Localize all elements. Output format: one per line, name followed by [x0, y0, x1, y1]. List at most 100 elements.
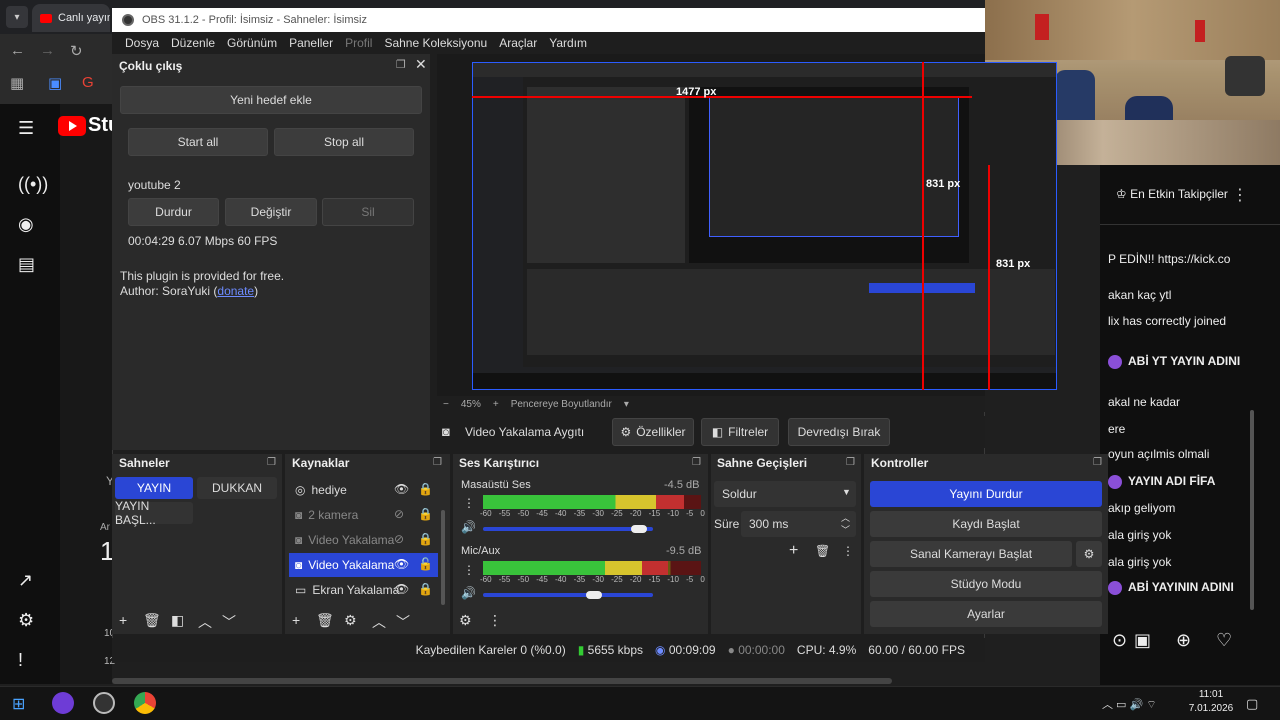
- chat-action-icon[interactable]: ⊙: [1112, 630, 1127, 651]
- transition-select[interactable]: Soldur ▼: [714, 481, 856, 507]
- virtual-camera-button[interactable]: Sanal Kamerayı Başlat: [870, 541, 1072, 567]
- sources-scrollbar[interactable]: [441, 510, 445, 605]
- forward-icon[interactable]: →: [40, 42, 55, 59]
- desktop-volume-slider[interactable]: [483, 527, 653, 531]
- lock-icon[interactable]: 🔒: [418, 507, 433, 521]
- duration-stepper[interactable]: 300 ms ︿ ﹀: [741, 511, 856, 537]
- start-recording-button[interactable]: Kaydı Başlat: [870, 511, 1102, 537]
- youtube-studio-logo[interactable]: Stu: [58, 114, 120, 137]
- float-icon[interactable]: ❐: [267, 457, 276, 468]
- gear-icon[interactable]: ⚙: [344, 612, 357, 629]
- source-2-kamera[interactable]: ◙ 2 kamera: [289, 503, 438, 527]
- source-video-2[interactable]: ◙ Video Yakalama: [289, 553, 438, 577]
- eye-icon[interactable]: 👁: [394, 482, 409, 496]
- zoom-in-button[interactable]: +: [493, 399, 499, 410]
- float-icon[interactable]: ❐: [396, 58, 406, 71]
- eye-hidden-icon[interactable]: ⊘: [394, 532, 404, 546]
- speaker-icon[interactable]: 🔊: [461, 520, 476, 534]
- heart-icon[interactable]: ♡: [1216, 630, 1232, 651]
- mic-volume-slider[interactable]: [483, 593, 653, 597]
- edit-target-button[interactable]: Değiştir: [225, 198, 317, 226]
- float-icon[interactable]: ❐: [846, 457, 855, 468]
- camera-icon[interactable]: ◉: [18, 214, 34, 235]
- add-icon[interactable]: +: [119, 612, 127, 628]
- calendar-icon[interactable]: ▤: [18, 254, 35, 275]
- chevron-up-icon[interactable]: ︿: [198, 612, 212, 632]
- add-target-button[interactable]: Yeni hedef ekle: [120, 86, 422, 114]
- external-link-icon[interactable]: ↗: [18, 570, 33, 591]
- lock-icon[interactable]: 🔒: [418, 482, 433, 496]
- chevron-down-icon[interactable]: ▾: [624, 399, 629, 410]
- deactivate-button[interactable]: Devredışı Bırak: [788, 418, 890, 446]
- stop-target-button[interactable]: Durdur: [128, 198, 219, 226]
- menu-düzenle[interactable]: Düzenle: [165, 36, 221, 50]
- trash-icon[interactable]: 🗑: [815, 544, 830, 558]
- more-icon[interactable]: ⋮: [842, 544, 854, 558]
- menu-görünüm[interactable]: Görünüm: [221, 36, 283, 50]
- horizontal-scrollbar[interactable]: [112, 678, 892, 684]
- menu-icon[interactable]: ☰: [18, 118, 34, 139]
- filter-icon[interactable]: ◧: [171, 612, 184, 629]
- close-icon[interactable]: ✕: [415, 56, 427, 73]
- resize-mode[interactable]: Pencereye Boyutlandır: [511, 399, 612, 410]
- gear-icon[interactable]: ⚙: [459, 612, 472, 629]
- obs-taskbar-icon[interactable]: [93, 692, 115, 714]
- apps-icon[interactable]: ▦: [10, 74, 24, 92]
- trash-icon[interactable]: 🗑: [316, 612, 334, 629]
- more-icon[interactable]: ⋮: [463, 563, 475, 577]
- eye-icon[interactable]: 👁: [394, 557, 409, 571]
- chevron-down-icon[interactable]: ﹀: [841, 523, 850, 536]
- add-icon[interactable]: ⊕: [1176, 630, 1191, 651]
- chevron-up-icon[interactable]: ︿: [372, 612, 386, 632]
- chat-scrollbar[interactable]: [1250, 410, 1254, 610]
- app-icon[interactable]: [52, 692, 74, 714]
- top-fans-label[interactable]: ♔ En Etkin Takipçiler: [1116, 187, 1228, 201]
- tray-icons[interactable]: ︿ ▭ 🔊 ⌔: [1102, 696, 1157, 712]
- add-icon[interactable]: +: [789, 542, 798, 560]
- clock[interactable]: 11:01 7.01.2026: [1186, 688, 1236, 716]
- preview-canvas[interactable]: [472, 62, 1057, 390]
- back-icon[interactable]: ←: [10, 42, 25, 59]
- chevron-down-icon[interactable]: ﹀: [396, 612, 410, 632]
- menu-paneller[interactable]: Paneller: [283, 36, 339, 50]
- tab-search-icon[interactable]: ▾: [6, 6, 28, 28]
- settings-icon[interactable]: ⚙: [18, 610, 34, 631]
- menu-yardım[interactable]: Yardım: [543, 36, 593, 50]
- slider-knob[interactable]: [585, 591, 602, 599]
- lock-icon[interactable]: 🔒: [418, 532, 433, 546]
- super-chat-icon[interactable]: ▣: [1134, 630, 1151, 651]
- properties-button[interactable]: ⚙ Özellikler: [612, 418, 694, 446]
- chevron-down-icon[interactable]: ﹀: [222, 612, 236, 632]
- float-icon[interactable]: ❐: [433, 457, 442, 468]
- eye-icon[interactable]: 👁: [394, 582, 409, 596]
- source-hediye[interactable]: ◎ hediye: [289, 478, 438, 502]
- stop-all-button[interactable]: Stop all: [274, 128, 414, 156]
- studio-mode-button[interactable]: Stüdyo Modu: [870, 571, 1102, 597]
- chrome-taskbar-icon[interactable]: [134, 692, 156, 714]
- menu-profil[interactable]: Profil: [339, 36, 378, 50]
- scene-yayin-basl[interactable]: YAYIN BAŞL...: [115, 499, 193, 527]
- float-icon[interactable]: ❐: [692, 457, 701, 468]
- source-video-1[interactable]: ◙ Video Yakalama: [289, 528, 438, 552]
- float-icon[interactable]: ❐: [1093, 457, 1102, 468]
- more-icon[interactable]: ⋮: [1232, 185, 1248, 205]
- delete-target-button[interactable]: Sil: [322, 198, 414, 226]
- lock-open-icon[interactable]: 🔓: [418, 557, 433, 571]
- more-icon[interactable]: ⋮: [488, 612, 502, 629]
- start-all-button[interactable]: Start all: [128, 128, 268, 156]
- scene-dukkan[interactable]: DUKKAN: [197, 477, 277, 499]
- more-icon[interactable]: ⋮: [463, 496, 475, 510]
- windows-start-icon[interactable]: ⊞: [12, 694, 25, 714]
- google-icon[interactable]: G: [82, 74, 94, 91]
- live-icon[interactable]: ((•)): [18, 174, 48, 195]
- speaker-icon[interactable]: 🔊: [461, 586, 476, 600]
- add-icon[interactable]: +: [292, 612, 300, 628]
- trash-icon[interactable]: 🗑: [143, 612, 161, 629]
- filters-button[interactable]: ◧ Filtreler: [701, 418, 779, 446]
- menu-araçlar[interactable]: Araçlar: [493, 36, 543, 50]
- virtual-camera-settings-button[interactable]: ⚙: [1076, 541, 1102, 567]
- feedback-icon[interactable]: !: [18, 650, 23, 671]
- notification-icon[interactable]: ▢: [1246, 696, 1258, 712]
- scene-yayin[interactable]: YAYIN: [115, 477, 193, 499]
- eye-hidden-icon[interactable]: ⊘: [394, 507, 404, 521]
